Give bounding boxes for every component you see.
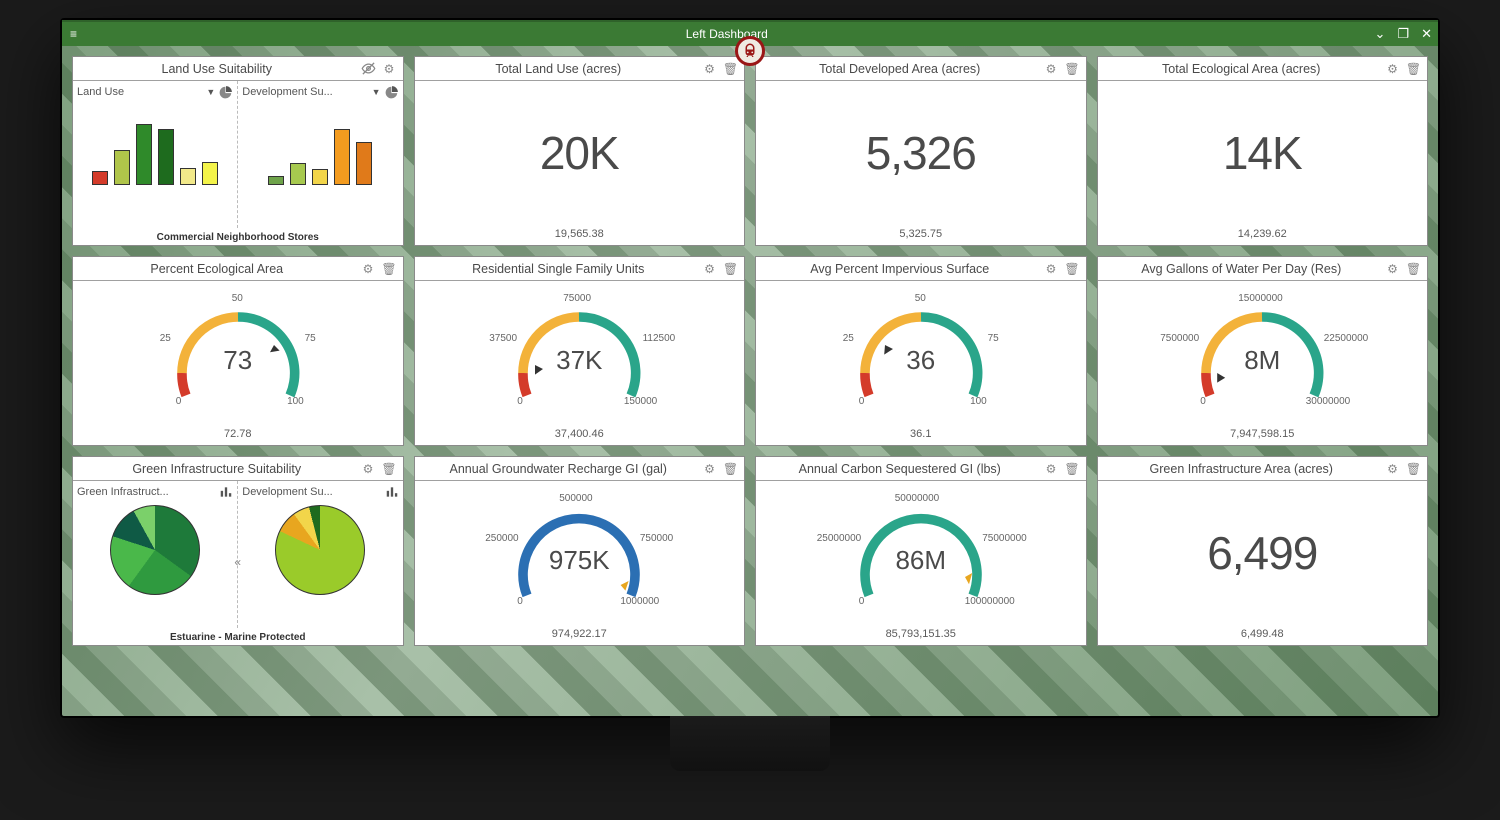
bar-chart-dev-suitability [268,107,372,185]
card-title: Total Ecological Area (acres) [1104,62,1380,76]
card-groundwater-recharge: Annual Groundwater Recharge GI (gal) ⚙ 🗑 9… [414,456,746,646]
label-dev-suit: Development Su... [242,486,380,498]
gauge-value: 36 [841,345,1001,376]
card-land-use-suitability: Land Use Suitability ⚙ Land Use ▼ [72,56,404,246]
trash-icon[interactable]: 🗑 [723,61,738,76]
gear-icon[interactable]: ⚙ [1044,261,1059,276]
card-title: Total Land Use (acres) [421,62,697,76]
card-total-ecological: Total Ecological Area (acres) ⚙ 🗑 14K 14… [1097,56,1429,246]
trash-icon[interactable]: 🗑 [1406,261,1421,276]
gauge-res-single-family: 37K 0 37500 75000 112500 150000 [499,293,659,413]
bar-chart-icon[interactable] [385,485,399,499]
card-title: Avg Percent Impervious Surface [762,262,1038,276]
gauge-avg-impervious: 36 0 25 50 75 100 [841,293,1001,413]
gear-icon[interactable]: ⚙ [361,261,376,276]
gauge-value: 8M [1182,345,1342,376]
card-avg-gallons: Avg Gallons of Water Per Day (Res) ⚙ 🗑 8M … [1097,256,1429,446]
card-percent-ecological: Percent Ecological Area ⚙ 🗑 73 0 25 50 75 … [72,256,404,446]
card-title: Total Developed Area (acres) [762,62,1038,76]
card-title: Annual Carbon Sequestered GI (lbs) [762,462,1038,476]
pie-chart-icon[interactable] [219,85,233,99]
metric-exact: 6,499.48 [1098,625,1428,645]
map-transit-marker [735,36,765,66]
gauge-avg-gallons: 8M 0 7500000 15000000 22500000 30000000 [1182,293,1342,413]
dropdown-dev-suitability[interactable]: Development Su... [242,86,367,98]
gear-icon[interactable]: ⚙ [702,261,717,276]
gear-icon[interactable]: ⚙ [702,461,717,476]
gear-icon[interactable]: ⚙ [1385,461,1400,476]
trash-icon[interactable]: 🗑 [1406,61,1421,76]
metric-value: 6,499 [1207,526,1317,580]
chevron-down-icon[interactable]: ▼ [206,87,215,97]
collapse-arrow-icon[interactable]: « [234,555,241,569]
gauge-value: 975K [499,545,659,576]
card-gi-area: Green Infrastructure Area (acres) ⚙ 🗑 6,49… [1097,456,1429,646]
pie-dev-suit [275,505,365,595]
card-title: Percent Ecological Area [79,262,355,276]
dashboard-monitor: ≡ Left Dashboard ⌄ ❐ ✕ Land Use Suitabil… [60,18,1440,718]
gear-icon[interactable]: ⚙ [382,61,397,76]
card-total-developed: Total Developed Area (acres) ⚙ 🗑 5,326 5… [755,56,1087,246]
trash-icon[interactable]: 🗑 [1406,461,1421,476]
gear-icon[interactable]: ⚙ [1385,61,1400,76]
metric-exact: 5,325.75 [756,225,1086,245]
metric-exact: 85,793,151.35 [756,625,1086,645]
metric-exact: 19,565.38 [415,225,745,245]
metric-exact: 36.1 [756,425,1086,445]
metric-value: 14K [1223,126,1302,180]
metric-exact: 7,947,598.15 [1098,425,1428,445]
metric-value: 20K [540,126,619,180]
card-gi-suitability: Green Infrastructure Suitability ⚙ 🗑 Green… [72,456,404,646]
card-title: Annual Groundwater Recharge GI (gal) [421,462,697,476]
chevron-down-icon[interactable]: ▼ [372,87,381,97]
card-carbon-sequestered: Annual Carbon Sequestered GI (lbs) ⚙ 🗑 86M… [755,456,1087,646]
metric-exact: 974,922.17 [415,625,745,645]
gauge-value: 37K [499,345,659,376]
card-total-land-use: Total Land Use (acres) ⚙ 🗑 20K 19,565.38 [414,56,746,246]
close-icon[interactable]: ✕ [1415,26,1438,42]
card-avg-impervious: Avg Percent Impervious Surface ⚙ 🗑 36 0 25… [755,256,1087,446]
maximize-icon[interactable]: ❐ [1391,26,1415,42]
gear-icon[interactable]: ⚙ [702,61,717,76]
bar-chart-icon[interactable] [219,485,233,499]
trash-icon[interactable]: 🗑 [723,461,738,476]
dashboard-grid: Land Use Suitability ⚙ Land Use ▼ [62,46,1438,656]
gauge-value: 73 [158,345,318,376]
trash-icon[interactable]: 🗑 [1065,461,1080,476]
bar-chart-land-use [92,107,218,185]
gauge-percent-ecological: 73 0 25 50 75 100 [158,293,318,413]
gear-icon[interactable]: ⚙ [1385,261,1400,276]
metric-exact: 37,400.46 [415,425,745,445]
pie-chart-icon[interactable] [385,85,399,99]
dropdown-land-use[interactable]: Land Use [77,86,202,98]
card-res-single-family: Residential Single Family Units ⚙ 🗑 37K 0 … [414,256,746,446]
card-caption: Estuarine - Marine Protected [73,628,403,645]
metric-value: 5,326 [866,126,976,180]
hamburger-icon[interactable]: ≡ [62,27,85,41]
label-gi: Green Infrastruct... [77,486,215,498]
card-title: Land Use Suitability [79,62,355,76]
window-title: Left Dashboard [85,27,1369,41]
trash-icon[interactable]: 🗑 [1065,61,1080,76]
card-title: Green Infrastructure Area (acres) [1104,462,1380,476]
gauge-groundwater: 975K 0 250000 500000 750000 1000000 [499,493,659,613]
pie-gi [110,505,200,595]
trash-icon[interactable]: 🗑 [1065,261,1080,276]
gauge-value: 86M [841,545,1001,576]
card-title: Residential Single Family Units [421,262,697,276]
gear-icon[interactable]: ⚙ [1044,461,1059,476]
card-title: Green Infrastructure Suitability [79,462,355,476]
trash-icon[interactable]: 🗑 [382,461,397,476]
metric-exact: 14,239.62 [1098,225,1428,245]
trash-icon[interactable]: 🗑 [723,261,738,276]
trash-icon[interactable]: 🗑 [382,261,397,276]
card-caption: Commercial Neighborhood Stores [73,228,403,245]
visibility-icon[interactable] [361,61,376,76]
gear-icon[interactable]: ⚙ [1044,61,1059,76]
gear-icon[interactable]: ⚙ [361,461,376,476]
chevron-down-icon[interactable]: ⌄ [1369,26,1392,42]
card-title: Avg Gallons of Water Per Day (Res) [1104,262,1380,276]
metric-exact: 72.78 [73,425,403,445]
gauge-carbon: 86M 0 25000000 50000000 75000000 1000000… [841,493,1001,613]
